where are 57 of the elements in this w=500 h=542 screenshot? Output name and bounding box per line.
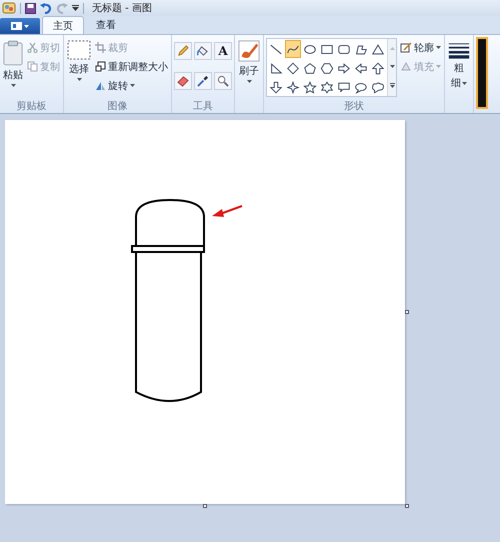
caret-icon xyxy=(130,84,135,87)
group-label: 剪贴板 xyxy=(16,100,48,113)
outline-button[interactable]: 轮廓 xyxy=(399,39,442,56)
undo-icon[interactable] xyxy=(40,2,52,14)
copy-icon xyxy=(27,61,38,72)
paint-app-icon xyxy=(2,2,16,14)
resize-icon xyxy=(95,61,106,72)
menu-icon xyxy=(10,21,30,31)
resize-button[interactable]: 重新调整大小 xyxy=(94,58,169,75)
text-button[interactable]: A xyxy=(214,42,232,60)
pointer-arrow xyxy=(212,205,242,217)
window-title: 无标题 - 画图 xyxy=(92,2,152,15)
resize-handle[interactable] xyxy=(203,504,207,508)
pencil-icon xyxy=(177,45,189,57)
select-button[interactable]: 选择 xyxy=(66,38,92,99)
resize-handle[interactable] xyxy=(405,504,409,508)
line-width-icon xyxy=(448,42,470,60)
caret-icon xyxy=(246,80,252,83)
customize-caret-icon[interactable] xyxy=(72,5,79,11)
ribbon-tab[interactable]: 主页 xyxy=(42,16,84,34)
eraser-button[interactable] xyxy=(174,72,192,90)
eyedropper-icon xyxy=(197,75,209,87)
group-label: 工具 xyxy=(192,100,214,113)
expand-gallery-icon[interactable] xyxy=(390,83,394,88)
color-swatch[interactable] xyxy=(476,37,488,109)
caret-icon xyxy=(436,46,441,49)
file-menu-button[interactable] xyxy=(0,18,40,34)
crop-icon xyxy=(95,42,106,53)
brushes-button[interactable]: 刷子 xyxy=(237,38,261,99)
paste-button[interactable]: 粘贴 xyxy=(2,38,24,99)
caret-icon xyxy=(436,65,441,68)
magnifier-icon xyxy=(217,75,229,87)
scroll-down-icon[interactable] xyxy=(390,64,394,68)
clipboard-icon xyxy=(3,40,23,66)
color-picker-button[interactable] xyxy=(194,72,212,90)
fill-bucket-icon xyxy=(197,45,209,57)
size-button[interactable]: 粗 细 xyxy=(447,38,471,99)
outline-icon xyxy=(400,42,412,53)
eraser-icon xyxy=(177,75,189,87)
rotate-icon xyxy=(95,80,106,91)
caret-icon xyxy=(10,84,16,87)
ribbon-tab[interactable]: 查看 xyxy=(86,16,126,34)
rotate-button[interactable]: 旋转 xyxy=(94,77,169,94)
caret-icon xyxy=(76,78,82,81)
selection-rectangle-icon xyxy=(67,40,91,60)
group-label: 图像 xyxy=(106,100,128,113)
fill-icon xyxy=(400,61,412,72)
resize-handle[interactable] xyxy=(405,310,409,314)
magnifier-button[interactable] xyxy=(214,72,232,90)
caret-icon xyxy=(462,82,467,84)
pencil-button[interactable] xyxy=(174,42,192,60)
curve-shape-icon[interactable] xyxy=(285,40,301,58)
scissors-icon xyxy=(27,42,38,53)
save-icon[interactable] xyxy=(25,2,36,14)
group-label: 形状 xyxy=(343,100,365,113)
fill-bucket-button[interactable] xyxy=(194,42,212,60)
brush-icon xyxy=(238,40,260,62)
